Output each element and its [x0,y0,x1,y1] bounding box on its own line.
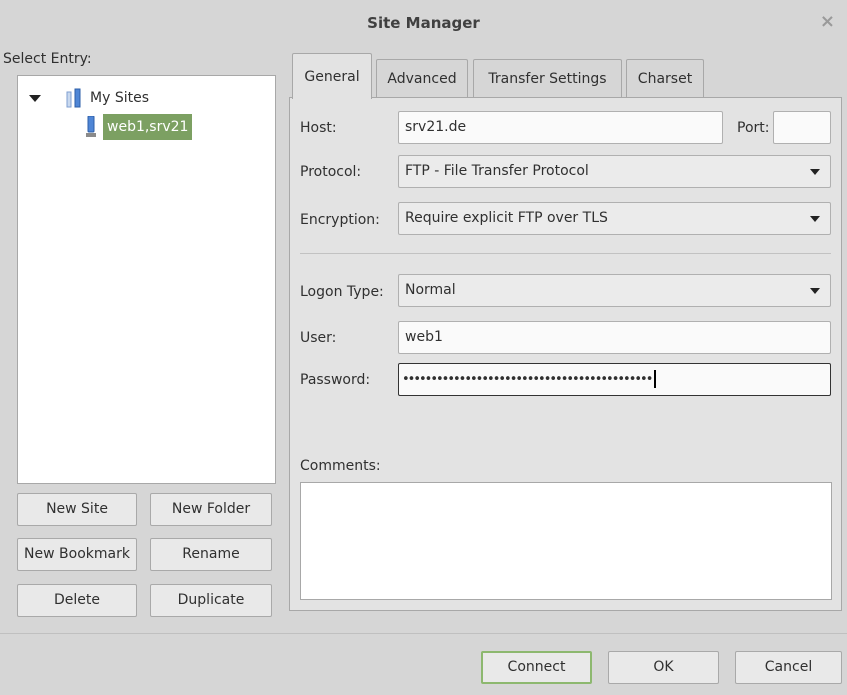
expand-caret-icon[interactable] [29,95,41,102]
tab-transfer-settings[interactable]: Transfer Settings [473,59,622,97]
delete-button[interactable]: Delete [17,584,137,617]
protocol-value: FTP - File Transfer Protocol [405,163,589,179]
tree-label-selected-site[interactable]: web1,srv21 [103,114,193,140]
tab-advanced[interactable]: Advanced [376,59,468,97]
footer-divider [0,633,847,634]
site-manager-window: Site Manager × Select Entry: My Sites we… [0,0,847,695]
password-mask: ••••••••••••••••••••••••••••••••••••••••… [402,372,653,387]
ok-button[interactable]: OK [608,651,719,684]
tree-label-my-sites: My Sites [90,90,149,106]
comments-textarea[interactable] [300,482,832,600]
user-label: User: [300,330,337,346]
port-label: Port: [737,120,770,136]
password-input[interactable]: ••••••••••••••••••••••••••••••••••••••••… [398,363,831,396]
comments-label: Comments: [300,458,381,474]
folder-icon [66,88,81,108]
cancel-button[interactable]: Cancel [735,651,842,684]
tree-row-my-sites[interactable]: My Sites [18,85,275,111]
rename-button[interactable]: Rename [150,538,272,571]
port-input[interactable] [773,111,831,144]
host-label: Host: [300,120,337,136]
protocol-select[interactable]: FTP - File Transfer Protocol [398,155,831,188]
new-bookmark-button[interactable]: New Bookmark [17,538,137,571]
section-divider [300,253,831,254]
chevron-down-icon [810,169,820,175]
chevron-down-icon [810,288,820,294]
new-site-button[interactable]: New Site [17,493,137,526]
tab-charset[interactable]: Charset [626,59,704,97]
duplicate-button[interactable]: Duplicate [150,584,272,617]
host-input[interactable]: srv21.de [398,111,723,144]
title-bar: Site Manager × [0,0,847,46]
select-entry-label: Select Entry: [3,51,92,67]
logon-type-value: Normal [405,282,456,298]
connect-button[interactable]: Connect [481,651,592,684]
chevron-down-icon [810,216,820,222]
user-input[interactable]: web1 [398,321,831,354]
general-panel: Host: srv21.de Port: Protocol: FTP - Fil… [289,97,842,611]
password-label: Password: [300,372,371,388]
new-folder-button[interactable]: New Folder [150,493,272,526]
tree-row-site[interactable]: web1,srv21 [18,114,275,140]
text-cursor [654,370,657,388]
encryption-label: Encryption: [300,212,380,228]
protocol-label: Protocol: [300,164,362,180]
close-icon[interactable]: × [820,0,835,44]
logon-type-select[interactable]: Normal [398,274,831,307]
encryption-value: Require explicit FTP over TLS [405,210,608,226]
logon-type-label: Logon Type: [300,284,384,300]
site-tree[interactable]: My Sites web1,srv21 [17,75,276,484]
tab-general[interactable]: General [292,53,372,99]
encryption-select[interactable]: Require explicit FTP over TLS [398,202,831,235]
server-icon [86,116,96,137]
window-title: Site Manager [367,14,480,32]
